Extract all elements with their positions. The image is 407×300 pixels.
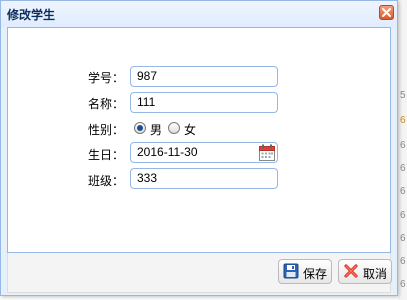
background-row-digit: 6 [400,210,406,221]
background-row-digit: 6 [400,279,406,290]
name-label: 名称： [87,97,124,111]
gender-male-radio[interactable] [134,122,146,134]
student-id-input[interactable]: 987 [130,66,278,87]
gender-label: 性别： [87,123,124,137]
save-label: 保存 [303,267,328,281]
cancel-button[interactable]: 取消 [338,259,392,284]
background-page: 5 6 6 6 6 6 6 6 6 [398,0,407,300]
gender-male-label[interactable]: 男 [150,121,162,138]
dialog-body: 学号： 987 名称： 111 性别： 男 女 生日： 2016-11-30 班… [7,27,391,253]
dialog-title-bar[interactable]: 修改学生 [1,1,397,27]
save-icon [283,263,299,279]
gender-female-label[interactable]: 女 [184,121,196,138]
cancel-label: 取消 [363,267,388,281]
birthday-input[interactable]: 2016-11-30 [130,142,278,163]
background-row-digit: 6 [400,140,406,151]
cancel-icon [344,264,358,278]
background-row-digit: 5 [400,90,406,101]
class-input[interactable]: 333 [130,168,278,189]
class-label: 班级： [87,174,124,188]
birthday-value: 2016-11-30 [137,145,198,159]
save-button[interactable]: 保存 [278,259,332,284]
student-id-label: 学号： [87,71,124,85]
close-button[interactable] [379,5,394,20]
background-row-digit: 6 [400,115,406,126]
dialog-title: 修改学生 [7,8,56,22]
close-icon [382,8,391,17]
background-row-digit: 6 [400,163,406,174]
name-input[interactable]: 111 [130,92,278,113]
background-row-digit: 6 [400,233,406,244]
edit-student-dialog: 修改学生 学号： 987 名称： 111 性别： 男 女 生日： 2016-11… [0,0,398,296]
birthday-label: 生日： [87,148,124,162]
background-row-digit: 6 [400,186,406,197]
calendar-icon[interactable] [259,144,275,161]
background-row-digit: 6 [400,256,406,267]
gender-female-radio[interactable] [168,122,180,134]
dialog-footer: 保存 取消 [7,253,392,293]
